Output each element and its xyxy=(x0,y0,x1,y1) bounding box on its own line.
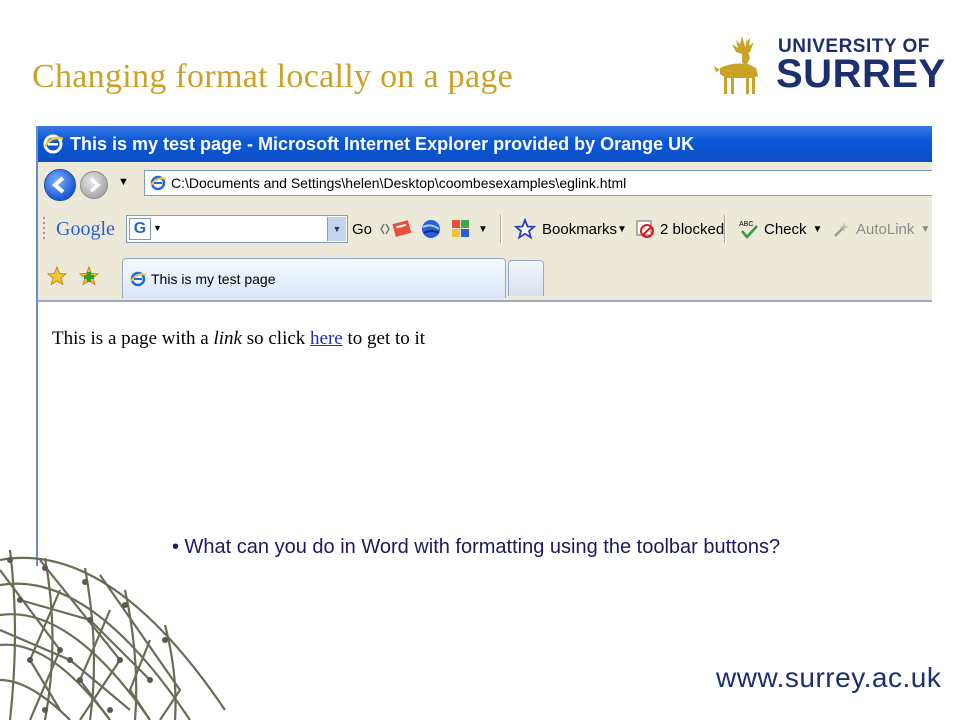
puzzle-icon xyxy=(452,220,469,237)
separator-icon xyxy=(500,215,502,243)
history-dropdown[interactable]: ▼ xyxy=(118,176,129,188)
bookmarks-button[interactable]: Bookmarks ▼ xyxy=(514,206,627,252)
check-label: Check xyxy=(764,220,807,238)
globe-icon xyxy=(422,220,440,238)
add-favorite-button[interactable] xyxy=(78,252,100,300)
ie-page-icon xyxy=(150,175,167,191)
text-middle: so click xyxy=(241,328,311,349)
chevron-down-icon: ▼ xyxy=(617,223,627,235)
popup-blocker-button[interactable]: 2 blocked xyxy=(634,206,724,252)
blocked-label: 2 blocked xyxy=(660,220,725,238)
tab-test-page[interactable]: This is my test page xyxy=(122,258,506,298)
bullet-question: • What can you do in Word with formattin… xyxy=(172,536,781,558)
tab-label: This is my test page xyxy=(151,270,276,287)
browser-titlebar: This is my test page - Microsoft Interne… xyxy=(38,126,932,162)
chevron-down-icon: ▼ xyxy=(478,223,488,235)
toolbar-separator-2 xyxy=(724,206,726,252)
autolink-icon xyxy=(834,222,849,237)
add-favorite-icon xyxy=(78,265,100,286)
google-search-input[interactable]: G ▼ ▼ xyxy=(126,215,348,243)
address-input[interactable]: C:\Documents and Settings\helen\Desktop\… xyxy=(144,170,932,196)
news-button[interactable] xyxy=(392,206,414,252)
blocked-icon xyxy=(636,220,654,238)
tab-bar: This is my test page xyxy=(38,252,932,302)
google-toolbar: Google G ▼ ▼ Go ▼ Bookmarks ▼ 2 blocked … xyxy=(38,206,932,253)
stag-icon xyxy=(714,34,758,94)
spellcheck-icon: ABC xyxy=(739,221,758,239)
chevron-down-icon: ▼ xyxy=(812,223,823,235)
favorites-star-icon xyxy=(46,265,68,286)
spellcheck-button[interactable]: ABC Check ▼ xyxy=(738,206,822,252)
search-dropdown-button[interactable]: ▼ xyxy=(327,217,346,241)
slide-title: Changing format locally on a page xyxy=(32,58,514,95)
autolink-button[interactable]: AutoLink ▼ xyxy=(832,206,930,252)
address-bar: ▼ C:\Documents and Settings\helen\Deskto… xyxy=(38,162,932,207)
autolink-label: AutoLink xyxy=(856,220,915,238)
italic-word: link xyxy=(213,328,242,349)
text-before: This is a page with a xyxy=(52,328,214,349)
arrows-icon xyxy=(380,223,390,235)
toolbar-separator xyxy=(500,206,502,252)
go-button[interactable]: Go xyxy=(352,206,372,252)
chevron-down-icon: ▼ xyxy=(920,223,931,235)
back-button[interactable] xyxy=(44,169,76,201)
new-tab-button[interactable] xyxy=(508,260,544,296)
grip-icon xyxy=(43,217,45,239)
browser-window: This is my test page - Microsoft Interne… xyxy=(36,126,932,566)
puzzle-button[interactable]: ▼ xyxy=(450,206,488,252)
chevron-down-icon: ▼ xyxy=(153,223,162,233)
text-after: to get to it xyxy=(342,328,426,349)
google-g-icon[interactable]: G xyxy=(129,218,151,240)
university-logo: UNIVERSITY OF SURREY xyxy=(712,30,945,102)
google-label: Google xyxy=(56,217,115,240)
footer-url: www.surrey.ac.uk xyxy=(716,662,942,693)
globe-button[interactable] xyxy=(420,206,442,252)
ie-tab-icon xyxy=(130,271,147,286)
forward-button[interactable] xyxy=(80,171,108,199)
google-logo: Google xyxy=(56,206,115,252)
news-icon xyxy=(392,220,412,237)
toolbar-grip xyxy=(42,206,46,252)
page-content: This is a page with a link so click here… xyxy=(38,302,932,566)
favorites-button[interactable] xyxy=(46,252,68,300)
page-paragraph: This is a page with a link so click here… xyxy=(52,328,425,350)
arrow-left-icon xyxy=(51,176,65,194)
geodesic-sphere-graphic xyxy=(0,549,226,720)
address-text: C:\Documents and Settings\helen\Desktop\… xyxy=(171,175,627,191)
toolbar-icons-group xyxy=(380,206,390,252)
bookmarks-label: Bookmarks xyxy=(542,220,618,238)
arrow-right-icon xyxy=(89,177,101,193)
svg-text:ABC: ABC xyxy=(739,221,753,228)
separator-icon xyxy=(724,215,726,243)
logo-line-2: SURREY xyxy=(776,52,946,96)
star-icon xyxy=(514,218,536,240)
go-label: Go xyxy=(352,220,373,238)
window-title: This is my test page - Microsoft Interne… xyxy=(70,133,695,154)
here-link[interactable]: here xyxy=(310,328,343,349)
ie-icon xyxy=(43,134,64,154)
